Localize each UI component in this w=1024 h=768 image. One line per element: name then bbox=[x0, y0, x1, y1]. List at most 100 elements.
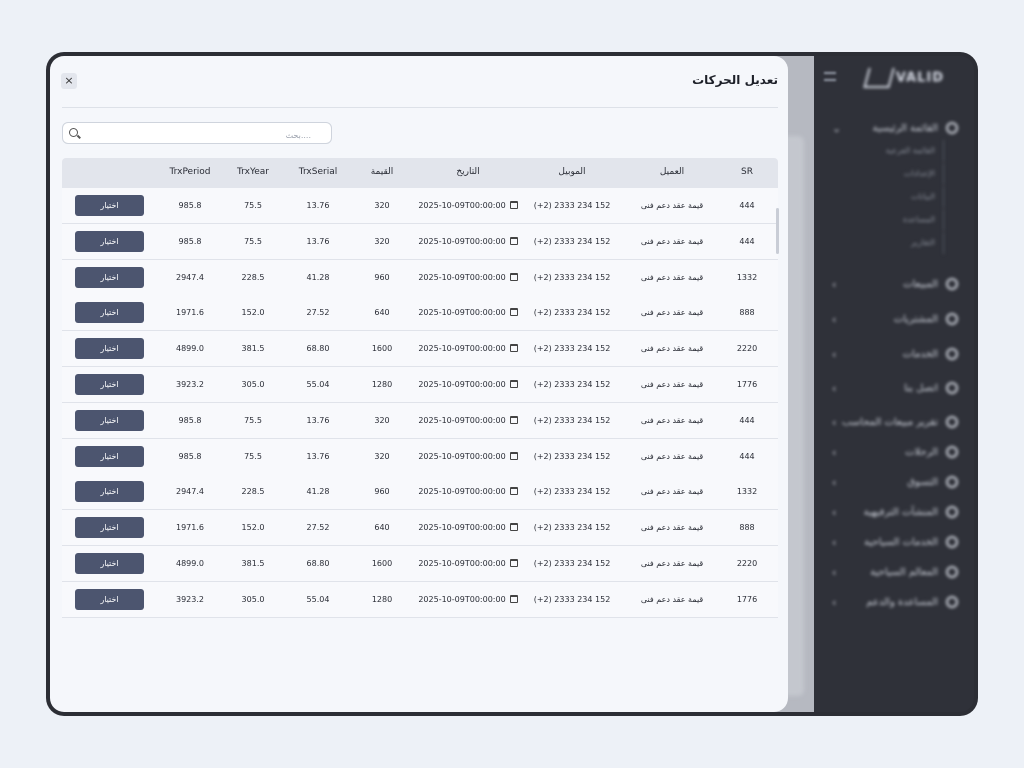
table-row: 1332 قيمة عقد دعم فنى (+2) 2333 234 152 960… bbox=[62, 474, 778, 511]
cell-value: 960 bbox=[374, 272, 390, 282]
chevron-icon: ‹ bbox=[832, 277, 837, 291]
calendar-icon bbox=[509, 308, 518, 317]
cell-trx-period: 3923.2 bbox=[176, 594, 204, 604]
logo-mark-icon bbox=[863, 68, 895, 88]
cell-trx-serial: 55.04 bbox=[306, 594, 330, 604]
sidebar-item[interactable]: ‹ المبيعات bbox=[830, 274, 958, 294]
select-button[interactable]: اختيار bbox=[75, 445, 144, 467]
cell-sr: 2220 bbox=[736, 344, 758, 354]
date-text: 2025-10-09T00:00:00 bbox=[418, 308, 506, 318]
table-row: 2220 قيمة عقد دعم فنى (+2) 2333 234 152 160… bbox=[62, 546, 778, 582]
cell-date: 2025-10-09T00:00:00 bbox=[412, 308, 524, 317]
cell-value: 640 bbox=[374, 308, 390, 318]
table-row: 444 قيمة عقد دعم فنى (+2) 2333 234 152 320 1… bbox=[62, 188, 778, 224]
select-button[interactable]: اختيار bbox=[75, 266, 144, 288]
calendar-icon bbox=[509, 201, 518, 209]
sidebar-subitem[interactable]: القائمة الفرعية bbox=[886, 140, 944, 162]
cell-trx-year: 152.0 bbox=[241, 523, 265, 533]
table-row: 444 قيمة عقد دعم فنى (+2) 2333 234 152 320 1… bbox=[62, 402, 778, 439]
sidebar-item[interactable]: ‹ الخدمات السياحية bbox=[830, 532, 958, 552]
cell-mobile: (+2) 2333 234 152 bbox=[533, 236, 611, 246]
close-button[interactable]: × bbox=[61, 73, 77, 89]
cell-trx-year: 75.5 bbox=[244, 236, 262, 246]
cell-sr: 444 bbox=[739, 451, 755, 461]
table-scrollbar[interactable] bbox=[776, 208, 779, 254]
header-sr: SR bbox=[741, 167, 753, 177]
cell-trx-period: 985.8 bbox=[178, 201, 202, 210]
cell-mobile: (+2) 2333 234 152 bbox=[533, 415, 611, 425]
calendar-icon bbox=[509, 236, 518, 245]
select-button[interactable]: اختيار bbox=[75, 195, 144, 216]
cell-date: 2025-10-09T00:00:00 bbox=[412, 380, 524, 389]
cell-mobile: (+2) 2333 234 152 bbox=[533, 487, 611, 497]
cell-sr: 2220 bbox=[736, 559, 758, 568]
sidebar-subitem[interactable]: الإعدادات bbox=[904, 163, 944, 185]
nav-icon bbox=[946, 446, 958, 458]
select-button[interactable]: اختيار bbox=[75, 553, 144, 574]
date-text: 2025-10-09T00:00:00 bbox=[418, 201, 506, 210]
nav-icon bbox=[946, 536, 958, 548]
nav-icon bbox=[946, 506, 958, 518]
date-text: 2025-10-09T00:00:00 bbox=[418, 559, 506, 568]
sidebar-item[interactable]: ⌄ القائمة الرئيسية bbox=[830, 118, 958, 138]
sidebar-item-label: القائمة الرئيسية bbox=[872, 122, 938, 134]
select-button[interactable]: اختيار bbox=[75, 517, 144, 539]
date-text: 2025-10-09T00:00:00 bbox=[418, 451, 506, 461]
cell-mobile: (+2) 2333 234 152 bbox=[533, 559, 611, 568]
date-text: 2025-10-09T00:00:00 bbox=[418, 415, 506, 425]
cell-date: 2025-10-09T00:00:00 bbox=[412, 415, 524, 425]
select-button[interactable]: اختيار bbox=[75, 481, 144, 503]
cell-trx-period: 3923.2 bbox=[176, 380, 204, 389]
cell-value: 640 bbox=[374, 523, 390, 533]
sidebar-subitem[interactable]: المساعدة bbox=[903, 209, 944, 231]
sidebar-item[interactable]: ‹ تقرير مبيعات المحاسب bbox=[830, 412, 958, 432]
sidebar-item-label: اتصل بنا bbox=[904, 382, 938, 394]
select-button[interactable]: اختيار bbox=[75, 302, 144, 324]
cell-value: 320 bbox=[374, 201, 390, 210]
cell-trx-year: 381.5 bbox=[241, 559, 265, 568]
table-row: 888 قيمة عقد دعم فنى (+2) 2333 234 152 640 2… bbox=[62, 295, 778, 332]
cell-date: 2025-10-09T00:00:00 bbox=[412, 344, 524, 353]
cell-date: 2025-10-09T00:00:00 bbox=[412, 236, 524, 246]
sidebar-item[interactable]: ‹ اتصل بنا bbox=[830, 378, 958, 398]
sidebar-item[interactable]: ‹ الرحلات bbox=[830, 442, 958, 462]
cell-trx-year: 152.0 bbox=[241, 308, 265, 318]
cell-mobile: (+2) 2333 234 152 bbox=[533, 451, 611, 461]
select-button[interactable]: اختيار bbox=[75, 338, 144, 360]
cell-client: قيمة عقد دعم فنى bbox=[640, 415, 704, 425]
cell-trx-year: 75.5 bbox=[244, 415, 262, 425]
select-button[interactable]: اختيار bbox=[75, 409, 144, 431]
cell-sr: 1332 bbox=[736, 272, 758, 282]
nav-icon bbox=[946, 313, 958, 325]
cell-trx-year: 305.0 bbox=[241, 594, 265, 604]
menu-icon[interactable] bbox=[824, 72, 836, 81]
header-date: التاريخ bbox=[456, 167, 480, 177]
sidebar-item[interactable]: ‹ المساعدة والدعم bbox=[830, 592, 958, 612]
search-input[interactable] bbox=[87, 125, 317, 146]
sidebar-item-label: المعالم السياحية bbox=[870, 566, 938, 578]
select-button[interactable]: اختيار bbox=[75, 230, 144, 252]
date-text: 2025-10-09T00:00:00 bbox=[418, 272, 506, 282]
cell-trx-period: 2947.4 bbox=[176, 272, 204, 282]
select-button[interactable]: اختيار bbox=[75, 374, 144, 395]
sidebar-item[interactable]: ‹ المعالم السياحية bbox=[830, 562, 958, 582]
chevron-icon: ‹ bbox=[832, 475, 837, 489]
header-trx-year: TrxYear bbox=[236, 167, 269, 177]
sidebar-item[interactable]: ‹ المشتريات bbox=[830, 309, 958, 329]
cell-value: 960 bbox=[374, 487, 390, 497]
sidebar-item[interactable]: ‹ الخدمات bbox=[830, 344, 958, 364]
chevron-icon: ‹ bbox=[832, 312, 837, 326]
cell-mobile: (+2) 2333 234 152 bbox=[533, 308, 611, 318]
chevron-icon: ‹ bbox=[832, 445, 837, 459]
cell-trx-year: 228.5 bbox=[241, 487, 265, 497]
sidebar-item[interactable]: ‹ التسوق bbox=[830, 472, 958, 492]
table-row: 1776 قيمة عقد دعم فنى (+2) 2333 234 152 128… bbox=[62, 581, 778, 618]
sidebar-item[interactable]: ‹ المنشآت الترفيهية bbox=[830, 502, 958, 522]
cell-mobile: (+2) 2333 234 152 bbox=[533, 523, 611, 533]
chevron-icon: ‹ bbox=[832, 535, 837, 549]
cell-trx-serial: 27.52 bbox=[306, 308, 330, 318]
sidebar-subitem[interactable]: التقارير bbox=[911, 232, 944, 254]
sidebar-subitem[interactable]: البيانات bbox=[911, 186, 944, 208]
table-row: 444 قيمة عقد دعم فنى (+2) 2333 234 152 320 1… bbox=[62, 223, 778, 260]
select-button[interactable]: اختيار bbox=[75, 588, 144, 610]
